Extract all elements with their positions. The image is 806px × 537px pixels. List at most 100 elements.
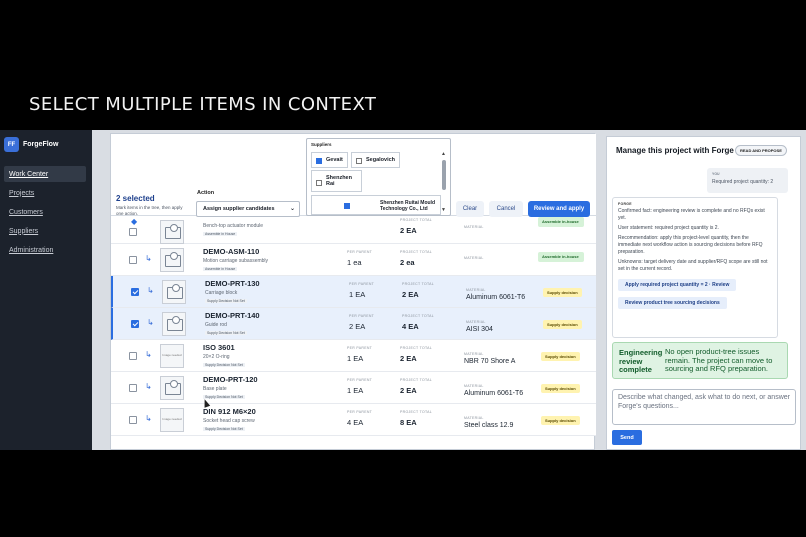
supplier-option[interactable]: Segalovich (351, 152, 401, 168)
part-number[interactable]: DEMO-PRT-130 (205, 279, 260, 288)
supplier-name: Segalovich (366, 157, 396, 163)
status-text: No open product-tree issues remain. The … (665, 347, 773, 373)
project-total-label: PROJECT TOTAL (402, 314, 435, 318)
per-parent-value: 1 EA (347, 354, 364, 363)
mode-chip[interactable]: READ AND PROPOSE (735, 145, 787, 156)
status-tag: Supply Decision Not Set (205, 299, 247, 303)
material-label: MATERIAL (464, 416, 484, 420)
status-tag: Supply Decision Not Set (203, 427, 245, 431)
sidebar-item-customers[interactable]: Customers (4, 204, 86, 220)
forge-message: FORGE Confirmed fact: engineering review… (612, 197, 778, 338)
status-tag: Supply Decision Not Set (205, 331, 247, 335)
supply-status-badge[interactable]: Supply decision (541, 352, 580, 361)
brand[interactable]: FF ForgeFlow (4, 137, 58, 152)
supplier-option[interactable]: Gevait (311, 152, 348, 168)
status-tag: Supply Decision Not Set (203, 395, 245, 399)
clear-button[interactable]: Clear (456, 201, 484, 217)
sidebar-item-administration[interactable]: Administration (4, 242, 86, 258)
part-number[interactable]: DEMO-PRT-120 (203, 375, 258, 384)
forgeflow-logo-icon: FF (4, 137, 19, 152)
review-sourcing-button[interactable]: Review product tree sourcing decisions (618, 297, 727, 309)
supply-status-badge[interactable]: Supply decision (543, 288, 582, 297)
checkbox-icon (316, 180, 322, 186)
project-total-value: 2 EA (400, 354, 417, 363)
checkbox-icon (344, 203, 350, 209)
scroll-down-icon[interactable]: ▼ (441, 207, 446, 213)
table-row[interactable]: ↳ DEMO-PRT-120 Base plate Supply Decision N… (111, 372, 596, 404)
forge-paragraph: Unknowns: target delivery date and suppl… (618, 259, 768, 272)
scroll-up-icon[interactable]: ▲ (441, 151, 446, 157)
child-branch-icon: ↳ (145, 414, 152, 423)
supply-status-badge[interactable]: Supply decision (543, 320, 582, 329)
part-description: 20×2 O-ring (203, 354, 230, 360)
table-row[interactable]: ↳ DEMO-PRT-140 Guide rod Supply Decision No… (111, 308, 596, 340)
row-checkbox[interactable] (129, 256, 137, 264)
table-row[interactable]: ↳ DEMO-PRT-130 Carriage block Supply Decisi… (111, 276, 596, 308)
user-message-text: Required project quantity: 2 (712, 179, 774, 185)
material-label: MATERIAL (464, 225, 484, 229)
material-value: Aluminum 6061-T6 (464, 390, 524, 397)
supplier-option[interactable]: Shenzhen Rai (311, 170, 362, 192)
row-checkbox[interactable] (129, 416, 137, 424)
suppliers-multiselect[interactable]: Suppliers Gevait Segalovich Shenzhen Rai… (306, 138, 451, 216)
selection-count: 2 selected (116, 194, 155, 203)
supplier-name: Gevait (326, 157, 343, 163)
part-description: Carriage block (205, 290, 238, 296)
row-checkbox[interactable] (129, 352, 137, 360)
row-checkbox[interactable] (129, 228, 137, 236)
brand-name: ForgeFlow (23, 141, 59, 148)
apply-quantity-button[interactable]: Apply required project quantity = 2 · Re… (618, 279, 737, 291)
sidebar-item-projects[interactable]: Projects (4, 185, 86, 201)
row-checkbox[interactable] (131, 320, 139, 328)
send-button[interactable]: Send (612, 430, 642, 445)
per-parent-label: PER PARENT (349, 282, 375, 286)
scroll-thumb[interactable] (442, 160, 446, 190)
child-branch-icon: ↳ (145, 350, 152, 359)
part-description: Guide rod (205, 322, 227, 328)
message-input[interactable]: Describe what changed, ask what to do ne… (612, 389, 796, 425)
per-parent-value: 1 ea (347, 258, 362, 267)
status-tag: Assemble in House (203, 232, 238, 236)
per-parent-label: PER PARENT (347, 378, 373, 382)
row-checkbox[interactable] (129, 384, 137, 392)
project-total-label: PROJECT TOTAL (400, 410, 433, 414)
project-total-value: 2 EA (400, 226, 417, 235)
material-label: MATERIAL (464, 256, 484, 260)
project-total-value: 2 ea (400, 258, 415, 267)
supply-status-badge[interactable]: Supply decision (541, 416, 580, 425)
selection-toolbar: 2 selected Mark items in the tree, then … (111, 134, 596, 217)
suppliers-scrollbar[interactable]: ▲ ▼ (441, 151, 447, 213)
status-tag: Assemble in House (203, 267, 238, 271)
table-row[interactable]: ↳ Image needed ISO 3601 20×2 O-ring Supply D… (111, 340, 596, 372)
supply-status-badge[interactable]: Supply decision (541, 384, 580, 393)
review-and-apply-button[interactable]: Review and apply (528, 201, 590, 217)
sidebar-item-work-center[interactable]: Work Center (4, 166, 86, 182)
table-row[interactable]: ◆ Bench-top actuator module Assemble in Ho… (111, 216, 596, 244)
action-select[interactable]: Assign supplier candidates ⌄ (196, 201, 300, 217)
table-row[interactable]: ↳ DEMO-ASM-110 Motion carriage subassembly… (111, 244, 596, 276)
table-row[interactable]: ↳ Image needed DIN 912 M6×20 Socket head ca… (111, 404, 596, 436)
action-label: Action (197, 190, 215, 196)
supply-status-badge[interactable]: Assemble in-house (538, 217, 584, 227)
part-number[interactable]: DEMO-PRT-140 (205, 311, 260, 320)
thumbnail-placeholder: Image needed (160, 344, 184, 368)
cancel-button[interactable]: Cancel (489, 201, 523, 217)
checkbox-icon (356, 158, 362, 164)
row-checkbox[interactable] (131, 288, 139, 296)
forge-paragraph: User statement: required project quantit… (618, 225, 719, 231)
supplier-name: Shenzhen Rai (326, 175, 352, 187)
per-parent-value: 2 EA (349, 322, 366, 331)
supply-status-badge[interactable]: Assemble in-house (538, 252, 584, 262)
user-message: YOU Required project quantity: 2 (707, 168, 788, 193)
part-number[interactable]: DEMO-ASM-110 (203, 247, 259, 256)
supplier-option[interactable]: Shenzhen Ruitai Mould Technology Co., Lt… (311, 195, 441, 215)
part-number[interactable]: DIN 912 M6×20 (203, 407, 256, 416)
project-total-label: PROJECT TOTAL (400, 218, 433, 222)
project-total-label: PROJECT TOTAL (400, 378, 433, 382)
project-total-label: PROJECT TOTAL (400, 346, 433, 350)
product-tree-panel: ◆ Bench-top actuator module Assemble in Ho… (110, 133, 596, 450)
part-number[interactable]: ISO 3601 (203, 343, 235, 352)
diamond-icon: ◆ (131, 217, 138, 226)
child-branch-icon: ↳ (145, 254, 152, 263)
sidebar-item-suppliers[interactable]: Suppliers (4, 223, 86, 239)
